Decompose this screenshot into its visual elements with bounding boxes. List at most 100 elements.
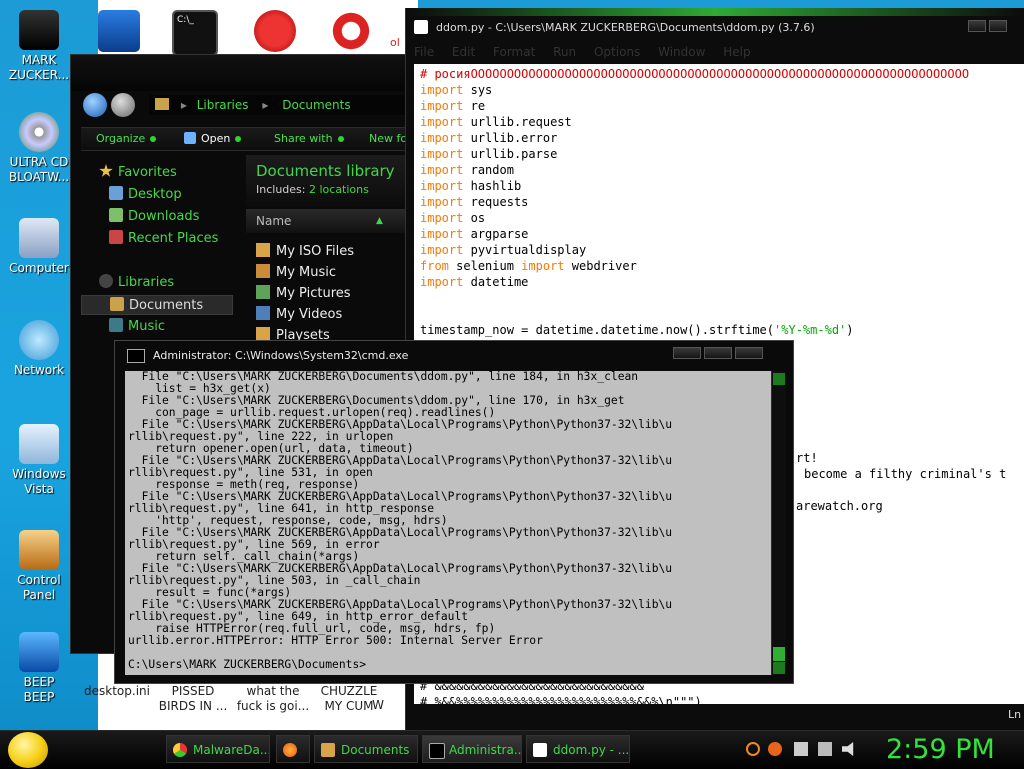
avast-icon[interactable] xyxy=(768,742,782,756)
nav-libraries[interactable]: Libraries xyxy=(99,273,249,293)
volume-icon[interactable] xyxy=(842,742,854,756)
maximize-icon[interactable] xyxy=(989,20,1007,32)
code-line: from selenium import webdriver xyxy=(420,259,637,273)
menu-format[interactable]: Format xyxy=(493,45,535,59)
cmd-icon xyxy=(127,349,145,363)
close-icon[interactable] xyxy=(735,347,763,359)
search-icon[interactable] xyxy=(746,742,760,756)
open-button[interactable]: Open xyxy=(184,131,242,147)
minimize-icon[interactable] xyxy=(968,20,986,32)
nav-documents[interactable]: Documents xyxy=(81,295,233,315)
minimize-icon[interactable] xyxy=(673,347,701,359)
menu-window[interactable]: Window xyxy=(658,45,705,59)
beep-icon xyxy=(19,632,59,672)
organize-button[interactable]: Organize xyxy=(96,131,157,147)
nav-desktop[interactable]: Desktop xyxy=(109,185,259,205)
list-item[interactable]: My Pictures xyxy=(256,283,354,304)
library-title: Documents library xyxy=(256,162,395,180)
cd-icon xyxy=(19,112,59,152)
angry-birds-icon[interactable] xyxy=(254,10,296,52)
menu-options[interactable]: Options xyxy=(594,45,640,59)
taskbar-button-documents[interactable]: Documents xyxy=(314,735,418,763)
code-line: import urllib.error xyxy=(420,131,558,145)
address-bar[interactable]: ▸ Libraries ▸ Documents xyxy=(149,95,414,115)
flag-icon[interactable] xyxy=(794,742,808,756)
nav-recent-places[interactable]: Recent Places xyxy=(109,229,259,249)
scroll-down-icon[interactable] xyxy=(773,662,785,674)
cmd-window[interactable]: Administrator: C:\Windows\System32\cmd.e… xyxy=(114,340,794,684)
menu-edit[interactable]: Edit xyxy=(452,45,475,59)
taskbar-button-firefox[interactable] xyxy=(276,735,310,763)
network-icon xyxy=(19,320,59,360)
scrollbar[interactable] xyxy=(771,371,786,675)
recent-places-icon xyxy=(109,230,123,244)
clock[interactable]: 2:59 PM xyxy=(886,732,995,768)
desktop-icon-control-panel[interactable]: Control Panel xyxy=(0,530,78,603)
network-tray-icon[interactable] xyxy=(818,742,832,756)
new-folder-button[interactable]: New fo xyxy=(369,131,407,147)
editor-title: ddom.py - C:\Users\MARK ZUCKERBERG\Docum… xyxy=(414,18,815,38)
locations-link[interactable]: 2 locations xyxy=(309,183,369,196)
control-panel-icon xyxy=(19,530,59,570)
libraries-icon xyxy=(99,274,113,288)
list-item[interactable]: My Videos xyxy=(256,304,354,325)
cmd-title: Administrator: C:\Windows\System32\cmd.e… xyxy=(153,349,409,362)
desktop-icon-network[interactable]: Network xyxy=(0,320,78,378)
code-line: import requests xyxy=(420,195,529,209)
scroll-thumb[interactable] xyxy=(773,647,785,661)
star-icon xyxy=(99,164,113,177)
forward-arrow-icon[interactable] xyxy=(111,93,135,117)
desktop-icon-recycle[interactable]: Windows Vista xyxy=(0,424,78,497)
firefox-icon xyxy=(283,743,297,757)
nav-music[interactable]: Music xyxy=(109,317,259,337)
menu-help[interactable]: Help xyxy=(723,45,750,59)
cmd-icon[interactable]: C:\_ xyxy=(172,10,218,56)
desktop-icon-user[interactable]: MARK ZUCKER... xyxy=(0,10,78,83)
nav-favorites[interactable]: Favorites xyxy=(99,163,249,183)
dropdown-dot-icon xyxy=(337,136,344,142)
console-output[interactable]: File "C:\Users\MARK ZUCKERBERG\Documents… xyxy=(125,371,771,675)
code-line: import random xyxy=(420,163,514,177)
back-arrow-icon[interactable] xyxy=(83,93,107,117)
desktop-icon-computer[interactable]: Computer xyxy=(0,218,78,276)
menu-run[interactable]: Run xyxy=(553,45,576,59)
command-bar: Organize Open Share with New fo xyxy=(81,127,416,151)
desktop-icon-beep[interactable]: BEEP BEEP xyxy=(0,632,78,705)
titlebar-glow xyxy=(406,8,1024,16)
taskbar-button-malware[interactable]: MalwareDa... xyxy=(166,735,270,763)
scroll-up-icon[interactable] xyxy=(773,373,785,385)
code-line: import os xyxy=(420,211,486,225)
code-line: import pyvirtualdisplay xyxy=(420,243,587,257)
app-icon[interactable] xyxy=(98,10,140,52)
radiation-icon[interactable] xyxy=(330,10,372,52)
cmd-icon xyxy=(429,743,445,759)
folder-icon xyxy=(321,743,335,757)
code-fragment: rt! xyxy=(796,451,818,465)
dropdown-dot-icon xyxy=(150,136,157,142)
list-item[interactable]: My ISO Files xyxy=(256,241,354,262)
menu-file[interactable]: File xyxy=(414,45,434,59)
start-button[interactable] xyxy=(8,732,48,768)
explorer-titlebar[interactable] xyxy=(71,55,416,91)
open-icon xyxy=(184,132,196,144)
code-fragment: become a filthy criminal's t xyxy=(804,467,1007,481)
desktop-file-label[interactable]: PISSED BIRDS IN ... xyxy=(148,684,238,714)
share-button[interactable]: Share with xyxy=(274,131,344,147)
taskbar-button-idle[interactable]: ddom.py - ... xyxy=(526,735,630,763)
taskbar-button-cmd[interactable]: Administra... xyxy=(422,735,522,763)
breadcrumb-libraries[interactable]: Libraries xyxy=(197,98,249,112)
desktop-file-label[interactable]: W xyxy=(358,698,398,713)
code-line: # %&&%%%%%%%%%%%%%%%%%%%%%%%%%&&%\n""") xyxy=(420,695,702,704)
sort-arrow-icon: ▲ xyxy=(376,216,383,226)
list-item[interactable]: My Music xyxy=(256,262,354,283)
desktop-icon-cd[interactable]: ULTRA CD BLOATW... xyxy=(0,112,78,185)
nav-downloads[interactable]: Downloads xyxy=(109,207,259,227)
library-header: Documents library Includes: 2 locations xyxy=(246,155,416,207)
maximize-icon[interactable] xyxy=(704,347,732,359)
file-list: My ISO Files My Music My Pictures My Vid… xyxy=(256,241,354,346)
python-file-icon xyxy=(414,20,428,34)
name-column-header[interactable]: Name ▲ xyxy=(246,209,416,233)
breadcrumb-documents[interactable]: Documents xyxy=(282,98,350,112)
computer-icon xyxy=(19,218,59,258)
documents-icon xyxy=(110,297,124,311)
